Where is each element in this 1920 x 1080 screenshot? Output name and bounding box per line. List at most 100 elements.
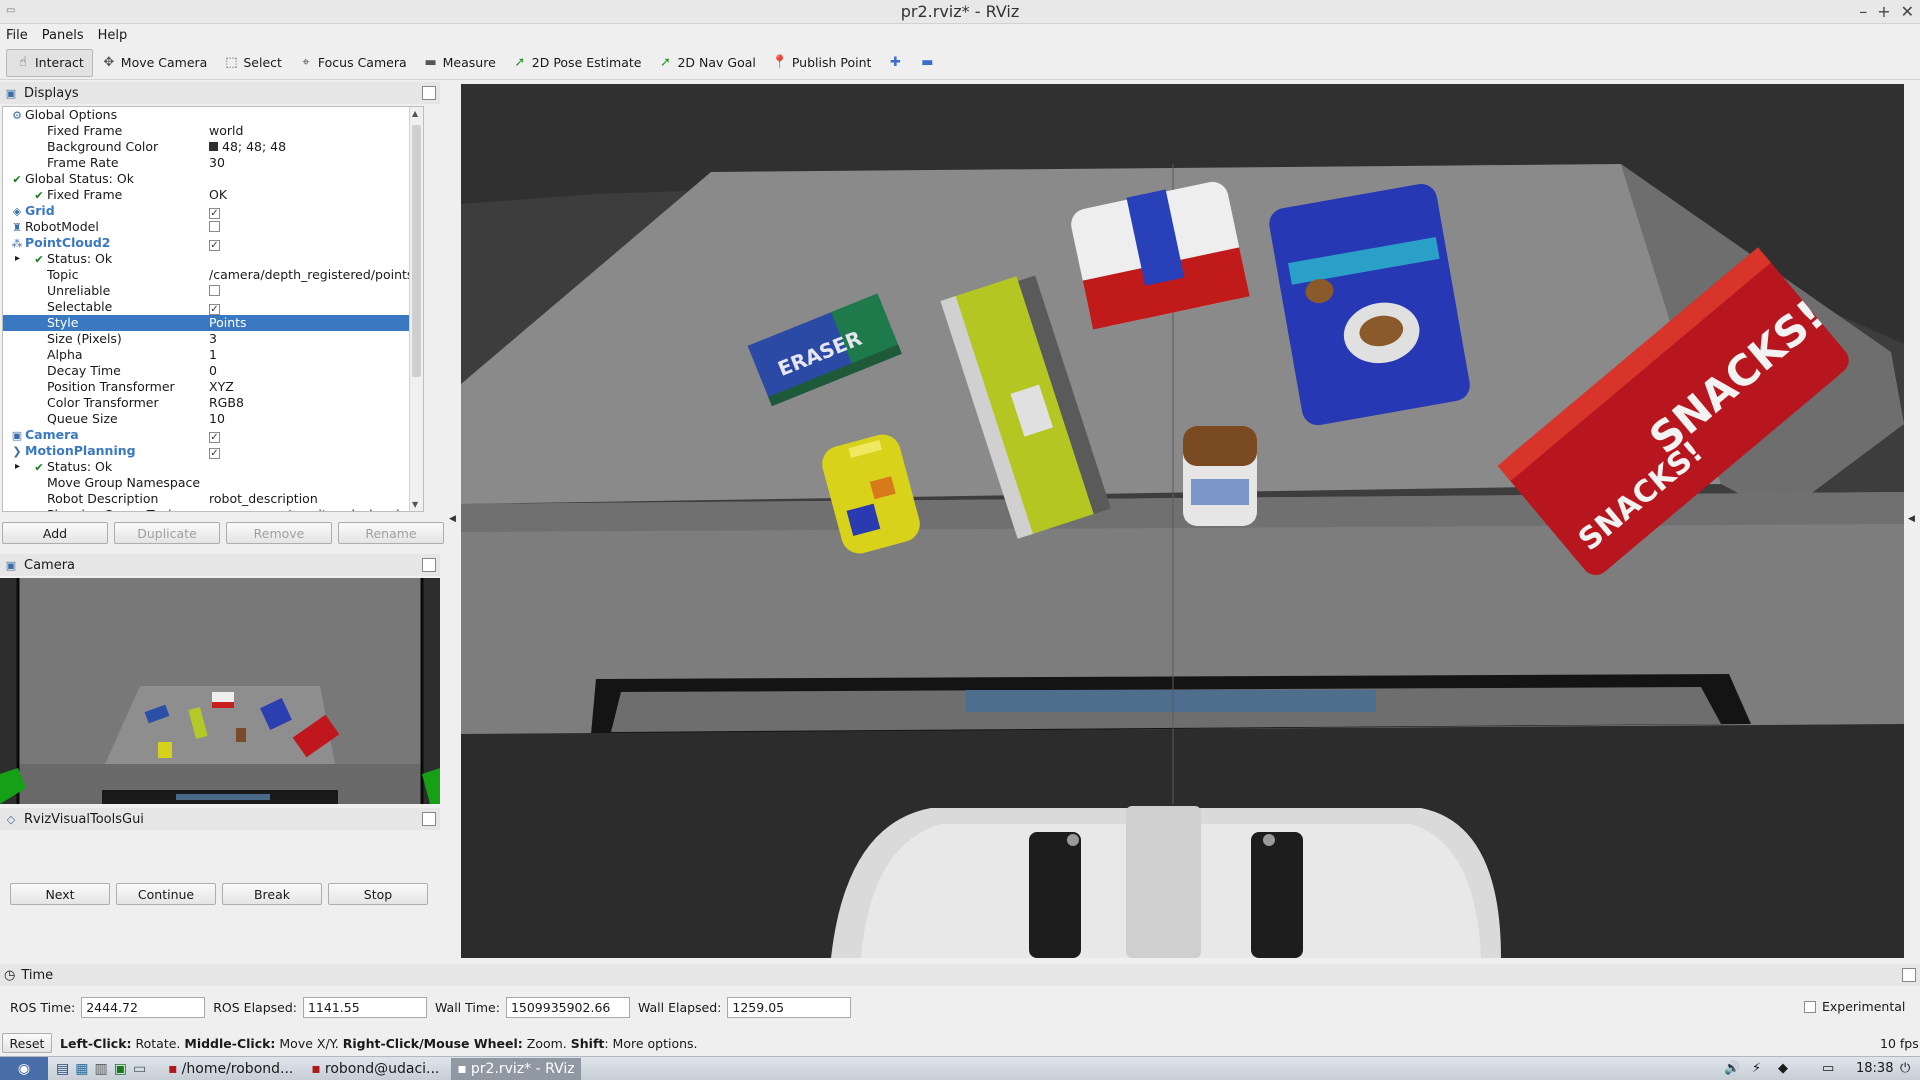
display-row[interactable]: ▸ ✔ Status: Ok (3, 251, 423, 267)
display-checkbox[interactable]: ✓ (209, 240, 220, 251)
file-manager-icon[interactable]: ▦ (75, 1061, 88, 1077)
scroll-up-icon[interactable]: ▲ (412, 109, 418, 118)
display-checkbox[interactable] (209, 285, 220, 296)
displays-tree[interactable]: ⚙ Global Options Fixed Frame world Backgroun… (2, 106, 424, 512)
display-row[interactable]: Style Points (3, 315, 423, 331)
start-menu-icon[interactable]: ◉ (0, 1056, 48, 1080)
taskbar-task[interactable]: ▪ pr2.rviz* - RViz (451, 1057, 581, 1080)
menu-panels[interactable]: Panels (42, 28, 84, 43)
displays-scrollbar[interactable]: ▲ ▼ (409, 107, 423, 511)
remove-display-button[interactable]: Remove (226, 522, 332, 544)
display-row[interactable]: Background Color 48; 48; 48 (3, 139, 423, 155)
display-row[interactable]: ✔ Global Status: Ok (3, 171, 423, 187)
display-row-value[interactable]: 30 (209, 155, 225, 170)
display-row[interactable]: Move Group Namespace (3, 475, 423, 491)
tool-move-camera[interactable]: ✥ Move Camera (93, 49, 216, 77)
3d-viewport[interactable]: ERASER SNACKS! SNACKS! (461, 84, 1904, 958)
display-checkbox[interactable]: ✓ (209, 208, 220, 219)
splitter-left-arrow-icon[interactable]: ◀ (449, 514, 456, 524)
display-row[interactable]: Unreliable (3, 283, 423, 299)
display-row[interactable]: ◈ Grid ✓ (3, 203, 423, 219)
display-row-value[interactable]: 1 (209, 347, 217, 362)
panel-float-button[interactable] (1902, 968, 1916, 982)
panel-float-button[interactable] (422, 558, 436, 572)
continue-button[interactable]: Continue (116, 883, 216, 905)
add-display-button[interactable]: Add (2, 522, 108, 544)
color-swatch[interactable] (209, 142, 218, 151)
duplicate-display-button[interactable]: Duplicate (114, 522, 220, 544)
break-button[interactable]: Break (222, 883, 322, 905)
minus-button[interactable]: ▬ (911, 49, 943, 77)
ros-elapsed-field[interactable]: 1141.55 (302, 996, 427, 1018)
taskbar-task[interactable]: ▪ robond@udaci... (305, 1058, 445, 1080)
display-row[interactable]: ⚙ Global Options (3, 107, 423, 123)
display-row[interactable]: ✔ Fixed Frame OK (3, 187, 423, 203)
panel-float-button[interactable] (422, 86, 436, 100)
display-row[interactable]: Frame Rate 30 (3, 155, 423, 171)
stop-button[interactable]: Stop (328, 883, 428, 905)
display-row-value[interactable]: OK (209, 187, 227, 202)
tool-measure[interactable]: ▬ Measure (415, 49, 504, 77)
volume-icon[interactable]: 🔊 (1724, 1061, 1740, 1076)
display-row-value[interactable]: Points (209, 315, 247, 330)
power-icon[interactable]: ⏻ (1900, 1061, 1910, 1076)
show-desktop-icon[interactable]: ▤ (56, 1061, 69, 1077)
scrollbar-thumb[interactable] (412, 125, 421, 377)
minimize-button[interactable]: – (1859, 2, 1867, 21)
next-button[interactable]: Next (10, 883, 110, 905)
rename-display-button[interactable]: Rename (338, 522, 444, 544)
display-row[interactable]: Alpha 1 (3, 347, 423, 363)
display-row[interactable]: ▣ Camera ✓ (3, 427, 423, 443)
display-row-value[interactable]: move_group/monitored_planning_... (209, 507, 419, 511)
display-row[interactable]: Decay Time 0 (3, 363, 423, 379)
wall-elapsed-field[interactable]: 1259.05 (727, 996, 852, 1018)
tool-interact[interactable]: ☝ Interact (6, 48, 93, 77)
reset-button[interactable]: Reset (2, 1033, 52, 1053)
close-button[interactable]: ✕ (1901, 2, 1914, 21)
workspace-icon[interactable]: ▭ (133, 1061, 146, 1077)
display-row-value[interactable]: 48; 48; 48 (222, 139, 286, 154)
display-checkbox[interactable]: ✓ (209, 304, 220, 315)
ros-time-field[interactable]: 2444.72 (81, 996, 206, 1018)
display-row-value[interactable]: 3 (209, 331, 217, 346)
display-row[interactable]: Fixed Frame world (3, 123, 423, 139)
display-row[interactable]: Planning Scene Topic move_group/monitored… (3, 507, 423, 511)
power-plug-icon[interactable]: ⚡ (1752, 1061, 1761, 1076)
display-row[interactable]: Position Transformer XYZ (3, 379, 423, 395)
display-row-value[interactable]: robot_description (209, 491, 318, 506)
display-row[interactable]: ♜ RobotModel (3, 219, 423, 235)
menu-help[interactable]: Help (98, 28, 128, 43)
panel-float-button[interactable] (422, 812, 436, 826)
display-row[interactable]: ❯ MotionPlanning ✓ (3, 443, 423, 459)
display-row[interactable]: Queue Size 10 (3, 411, 423, 427)
wall-time-field[interactable]: 1509935902.66 (505, 996, 630, 1018)
taskbar-task[interactable]: ▪/home/robond... (162, 1058, 299, 1080)
display-row[interactable]: Topic/camera/depth_registered/points (3, 267, 423, 283)
scroll-down-icon[interactable]: ▼ (412, 500, 418, 509)
display-row[interactable]: ▸ ✔ Status: Ok (3, 459, 423, 475)
calculator-icon[interactable]: ▥ (94, 1061, 107, 1077)
menu-file[interactable]: File (6, 28, 28, 43)
splitter-right-arrow-icon[interactable]: ◀ (1908, 514, 1915, 524)
display-row[interactable]: Color Transformer RGB8 (3, 395, 423, 411)
display-checkbox[interactable] (209, 221, 220, 232)
display-row[interactable]: ⁂ PointCloud2 ✓ (3, 235, 423, 251)
tool-2d-pose-estimate[interactable]: ➚ 2D Pose Estimate (504, 49, 650, 77)
display-row-value[interactable]: /camera/depth_registered/points (209, 267, 413, 282)
maximize-button[interactable]: + (1877, 2, 1890, 21)
window-switch-icon[interactable]: ▭ (1822, 1061, 1834, 1076)
display-row-value[interactable]: world (209, 123, 243, 138)
display-row-value[interactable]: 10 (209, 411, 225, 426)
tool-2d-nav-goal[interactable]: ➚ 2D Nav Goal (649, 49, 763, 77)
display-row-value[interactable]: 0 (209, 363, 217, 378)
display-row[interactable]: Selectable ✓ (3, 299, 423, 315)
plus-button[interactable]: ✚ (879, 49, 911, 77)
network-icon[interactable]: ◆ (1778, 1061, 1788, 1076)
tool-select[interactable]: ⬚ Select (215, 49, 290, 77)
expand-arrow-icon[interactable]: ▸ (15, 459, 20, 475)
display-checkbox[interactable]: ✓ (209, 432, 220, 443)
display-row[interactable]: Robot Description robot_description (3, 491, 423, 507)
display-row-value[interactable]: RGB8 (209, 395, 244, 410)
tool-focus-camera[interactable]: ⌖ Focus Camera (290, 49, 415, 77)
display-checkbox[interactable]: ✓ (209, 448, 220, 459)
